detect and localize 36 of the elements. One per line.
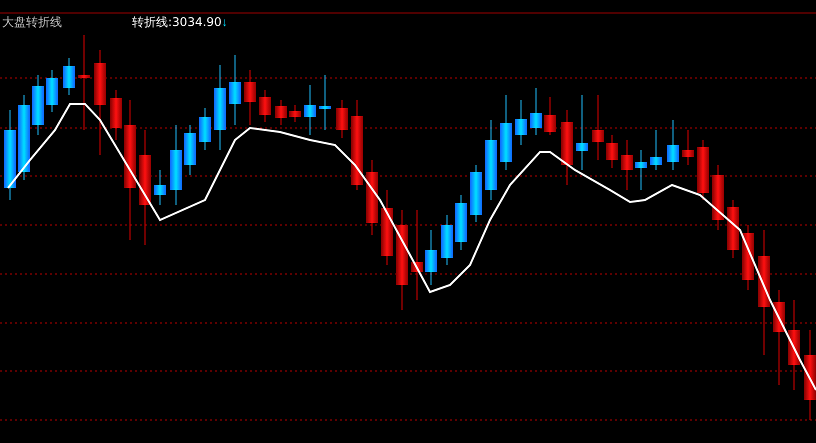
candlestick	[46, 70, 58, 112]
candlestick	[515, 100, 527, 146]
candlestick	[682, 130, 694, 166]
candlestick	[319, 74, 331, 130]
candlestick	[304, 84, 316, 136]
candlestick	[32, 74, 44, 136]
candlestick	[697, 140, 709, 200]
candlestick	[289, 104, 301, 122]
chart-title: 大盘转折线	[2, 14, 62, 30]
candlestick	[455, 194, 467, 250]
candlestick	[154, 170, 166, 206]
candlestick	[530, 88, 542, 136]
candlestick	[441, 214, 453, 266]
candlestick	[229, 54, 241, 126]
trend-arrow: ↓	[222, 14, 228, 30]
candlestick	[592, 94, 604, 160]
candlestick	[275, 100, 287, 126]
candlestick	[259, 90, 271, 122]
candlestick	[606, 134, 618, 168]
candlestick	[425, 230, 437, 286]
candlestick	[110, 90, 122, 140]
candlestick	[244, 70, 256, 126]
candlestick	[667, 120, 679, 170]
candlestick	[635, 150, 647, 190]
candlestick	[650, 130, 662, 170]
candlestick	[712, 164, 724, 230]
candlestick	[742, 224, 754, 290]
candlestick	[621, 140, 633, 190]
candlestick	[184, 124, 196, 176]
candlestick	[63, 58, 75, 96]
candlestick	[470, 164, 482, 222]
candlestick	[199, 108, 211, 150]
candlestick	[544, 96, 556, 136]
candlestick	[727, 200, 739, 258]
legend-value: 转折线:3034.90	[132, 14, 222, 30]
candlestick	[336, 100, 348, 138]
